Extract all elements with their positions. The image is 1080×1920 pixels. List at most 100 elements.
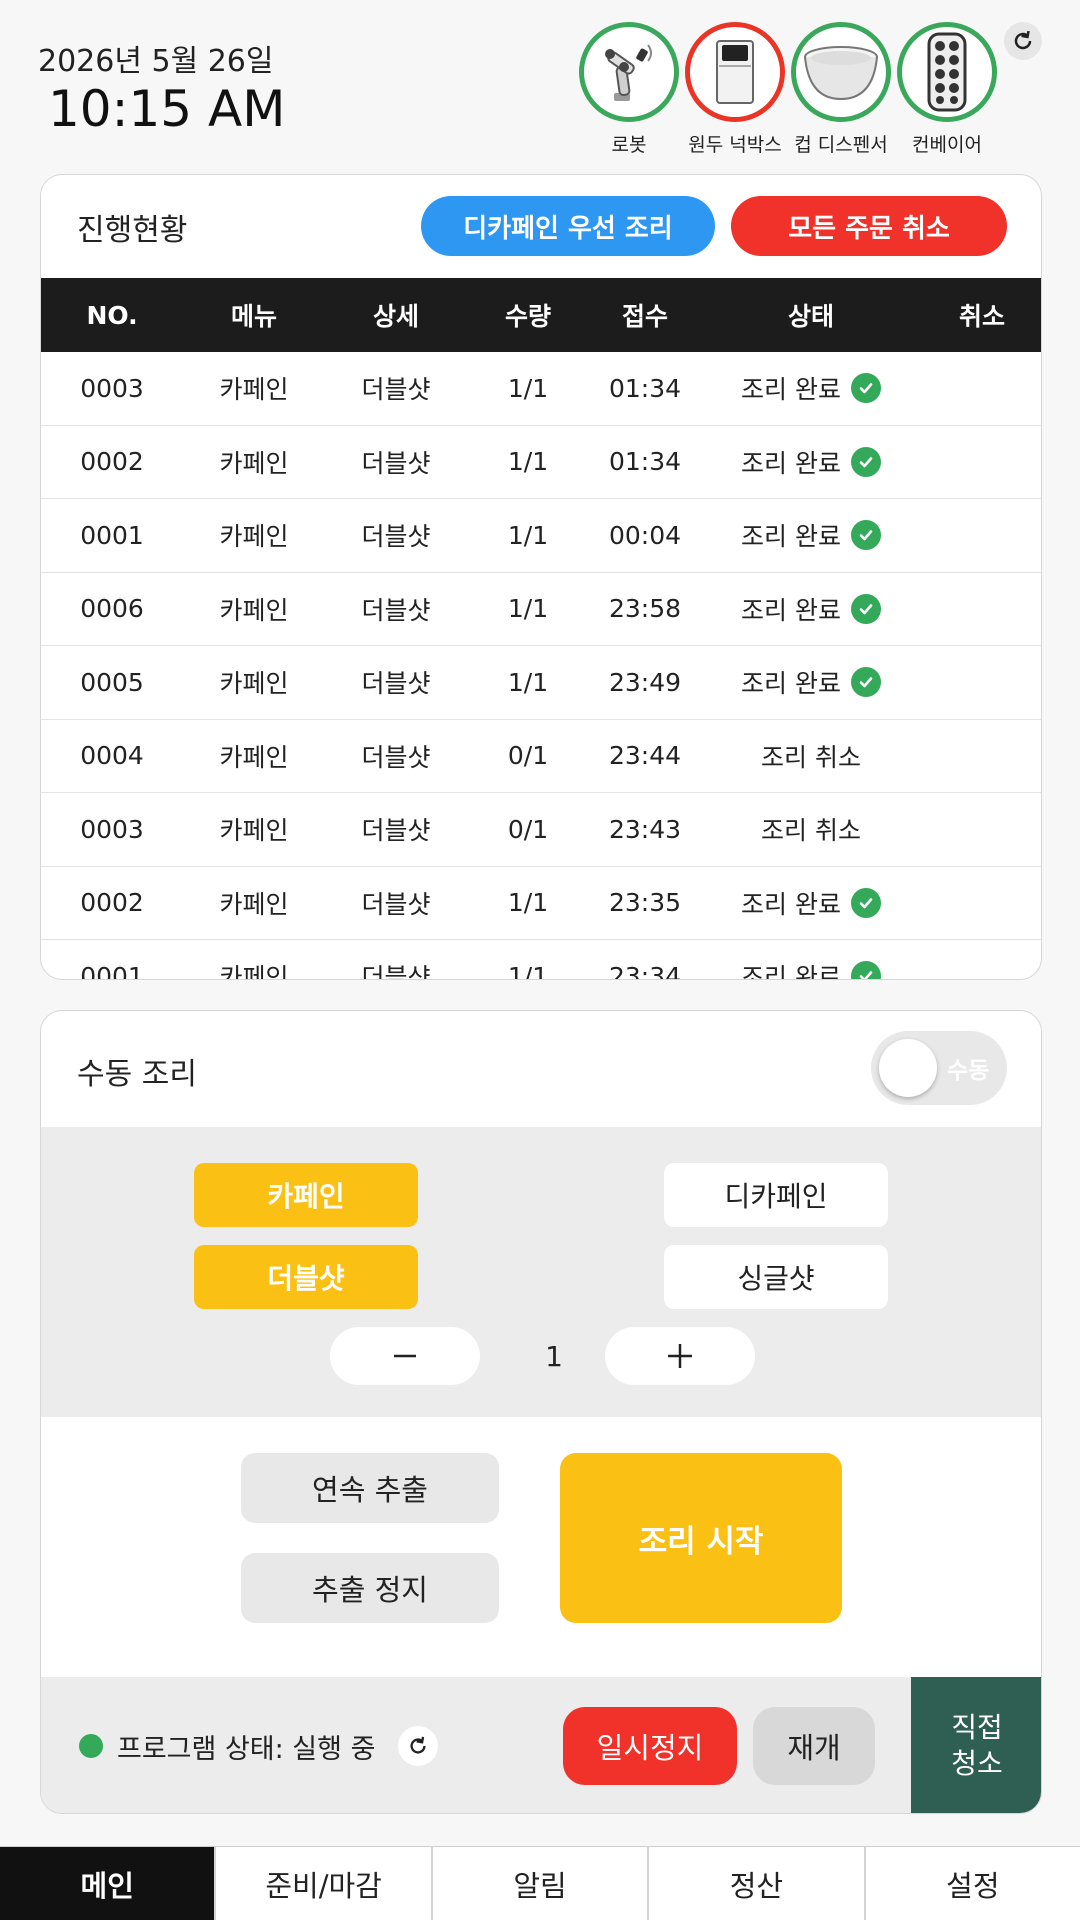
progress-title: 진행현황 [77,213,188,248]
table-row[interactable]: 0001 카페인 더블샷 1/1 00:04 조리 완료 [41,499,1041,573]
single-shot-option[interactable]: 싱글샷 [664,1245,888,1309]
table-row[interactable]: 0003 카페인 더블샷 1/1 01:34 조리 완료 [41,352,1041,426]
nav-item-3[interactable]: 정산 [647,1847,863,1920]
double-shot-option[interactable]: 더블샷 [194,1245,418,1309]
cell-status: 조리 완료 [701,646,921,719]
check-icon [850,887,881,918]
cell-no: 0004 [80,741,144,771]
refresh-status-button[interactable] [398,1726,438,1766]
table-row[interactable]: 0006 카페인 더블샷 1/1 23:58 조리 완료 [41,573,1041,646]
cell-cancel [921,352,1041,425]
check-icon [850,667,881,698]
cell-cancel [921,426,1041,499]
manual-title: 수동 조리 [77,1057,197,1092]
check-icon [850,373,881,404]
order-list[interactable]: 0003 카페인 더블샷 1/1 01:34 조리 완료 0002 카페인 더블샷 1/1 01:3… [41,352,1041,980]
cell-qty: 1/1 [507,520,549,550]
manual-mode-toggle[interactable]: 수동 [871,1031,1007,1105]
cell-cancel [921,646,1041,719]
status-text: 조리 완료 [741,889,841,919]
cell-no: 0006 [80,594,144,624]
quantity-increase-button[interactable] [605,1327,755,1385]
column-header-menu: 메뉴 [230,302,277,331]
cell-no: 0001 [80,961,144,980]
cell-received: 23:58 [608,594,682,624]
nav-item-1[interactable]: 준비/마감 [214,1847,430,1920]
table-row[interactable]: 0003 카페인 더블샷 0/1 23:43 조리 취소 [41,793,1041,867]
cell-qty: 1/1 [507,961,549,980]
cell-cancel [921,720,1041,793]
program-status-bar: 프로그램 상태: 실행 중 일시정지 재개 직접 청소 [41,1677,1041,1813]
cell-detail: 더블샷 [361,963,431,980]
cell-qty: 1/1 [507,594,549,624]
status-text: 조리 완료 [741,963,841,980]
cell-received: 00:04 [608,520,682,550]
current-date: 2026년 5월 26일 [38,44,274,79]
table-row[interactable]: 0005 카페인 더블샷 1/1 23:49 조리 완료 [41,646,1041,720]
check-icon [850,961,881,979]
cell-menu: 카페인 [219,963,289,980]
current-time: 10:15 AM [48,80,286,138]
stop-extract-button[interactable]: 추출 정지 [241,1553,499,1623]
nav-item-2[interactable]: 알림 [430,1847,647,1920]
status-text: 조리 완료 [741,375,841,405]
program-status-text: 프로그램 상태: 실행 중 [117,1733,376,1765]
cell-no: 0001 [80,520,144,550]
status-text: 조리 취소 [761,742,861,772]
toggle-label: 수동 [947,1058,990,1084]
continuous-extract-button[interactable]: 연속 추출 [241,1453,499,1523]
cup-dispenser-icon [804,46,878,101]
refresh-icon [1014,30,1032,50]
table-row[interactable]: 0004 카페인 더블샷 0/1 23:44 조리 취소 [41,720,1041,793]
minus-icon [394,1354,416,1358]
table-row[interactable]: 0001 카페인 더블샷 1/1 23:34 조리 완료 [41,940,1041,980]
cell-menu: 카페인 [219,375,289,405]
column-header-qty: 수량 [504,302,551,331]
table-row[interactable]: 0002 카페인 더블샷 1/1 23:35 조리 완료 [41,867,1041,940]
cell-received: 23:44 [608,741,682,771]
status-text: 조리 완료 [741,522,841,552]
device-conveyor[interactable]: 컨베이어 [897,22,997,157]
cell-qty: 1/1 [507,888,549,918]
pause-button[interactable]: 일시정지 [563,1707,737,1785]
plus-icon [668,1344,692,1368]
cell-detail: 더블샷 [361,669,431,699]
check-icon [850,520,881,551]
cell-detail: 더블샷 [361,595,431,625]
decaf-priority-button[interactable]: 디카페인 우선 조리 [421,196,715,256]
check-icon [850,593,881,624]
nav-item-4[interactable]: 설정 [863,1847,1080,1920]
status-text: 조리 완료 [741,448,841,478]
caffeine-option[interactable]: 카페인 [194,1163,418,1227]
table-row[interactable]: 0002 카페인 더블샷 1/1 01:34 조리 완료 [41,426,1041,499]
decaf-option[interactable]: 디카페인 [664,1163,888,1227]
nav-item-0[interactable]: 메인 [0,1847,215,1920]
device-robot[interactable]: 로봇 [579,22,679,157]
cell-menu: 카페인 [219,448,289,478]
start-cooking-button[interactable]: 조리 시작 [560,1453,842,1623]
refresh-devices-button[interactable] [1004,22,1042,60]
quantity-decrease-button[interactable] [330,1327,480,1385]
cell-received: 23:35 [608,888,682,918]
device-knockbox[interactable]: 원두 넉박스 [685,22,785,157]
cell-no: 0003 [80,373,144,403]
manual-cooking-card: 수동 조리 수동 카페인 디카페인 더블샷 싱글샷 1 연속 추출 추출 정지 … [40,1010,1042,1814]
column-header-received: 접수 [621,302,668,331]
cell-cancel [921,867,1041,940]
check-icon [850,446,881,477]
cell-no: 0002 [80,888,144,918]
cell-menu: 카페인 [219,669,289,699]
cell-menu: 카페인 [219,595,289,625]
cell-qty: 1/1 [507,667,549,697]
refresh-icon [410,1736,426,1754]
direct-clean-button[interactable]: 직접 청소 [911,1677,1041,1813]
cell-detail: 더블샷 [361,375,431,405]
cell-qty: 0/1 [507,814,549,844]
cancel-all-orders-button[interactable]: 모든 주문 취소 [731,196,1007,256]
device-cup-dispenser[interactable]: 컵 디스펜서 [791,22,891,157]
progress-card: 진행현황 디카페인 우선 조리 모든 주문 취소 NO. 메뉴 상세 수량 접수… [40,174,1042,980]
cell-status: 조리 취소 [701,720,921,793]
resume-button[interactable]: 재개 [753,1707,875,1785]
cell-no: 0005 [80,667,144,697]
cell-status: 조리 완료 [701,573,921,646]
